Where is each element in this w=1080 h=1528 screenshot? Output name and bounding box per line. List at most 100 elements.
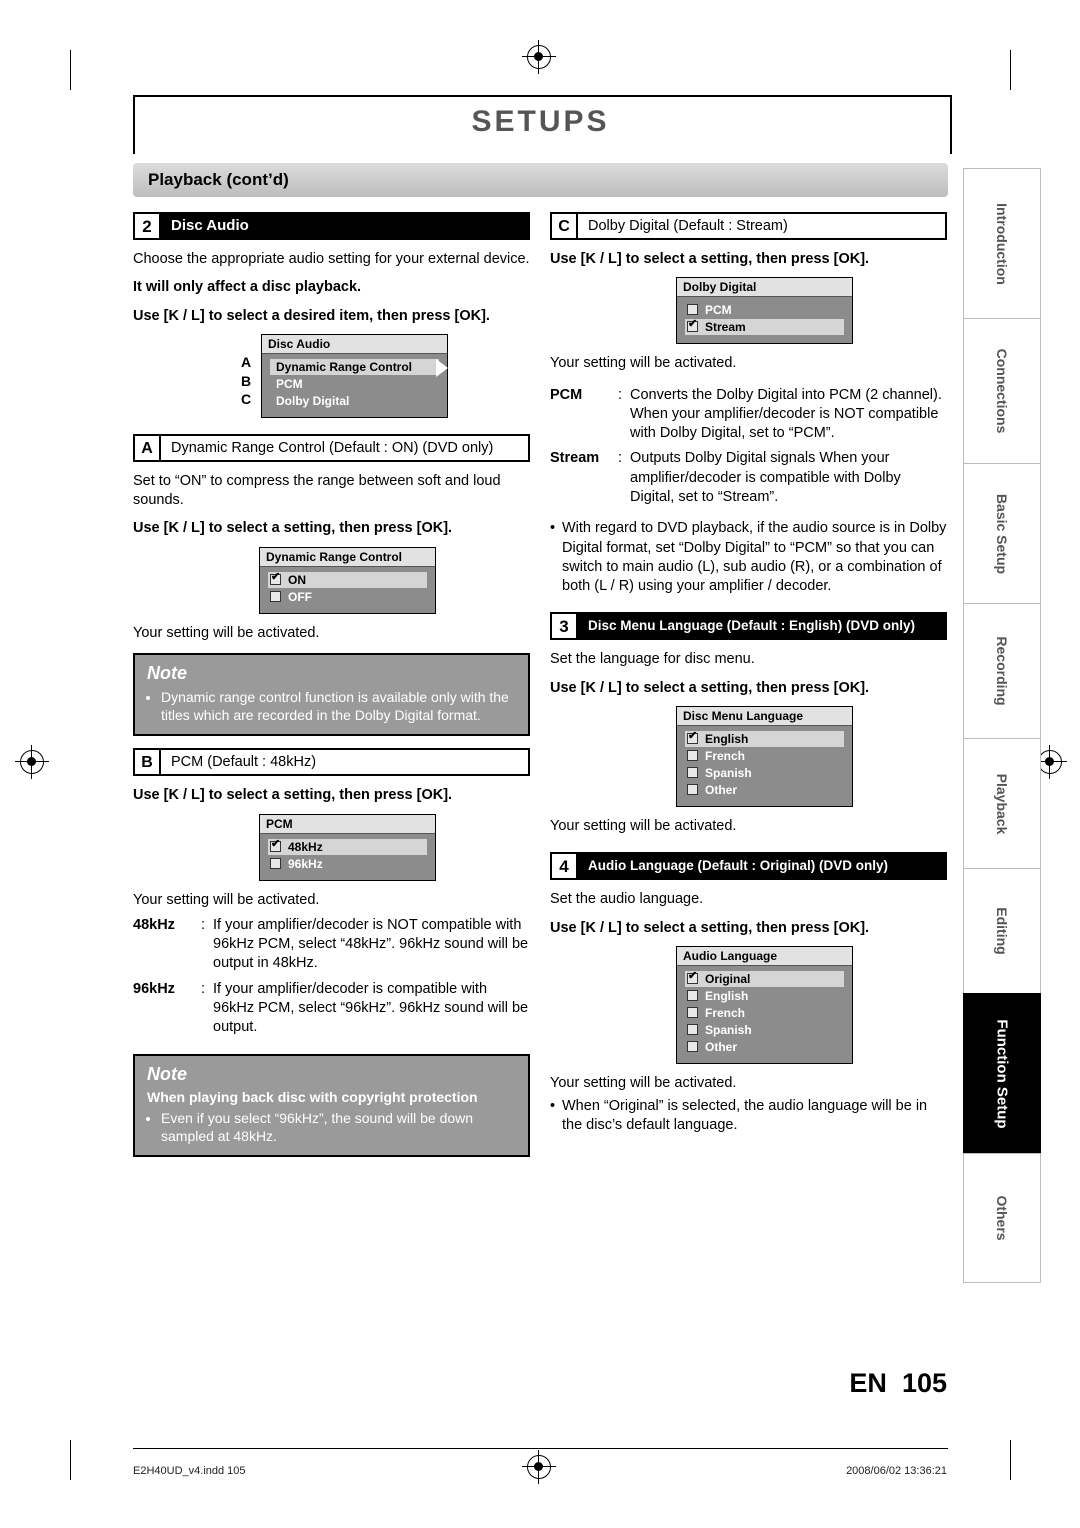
sidebar-item-introduction[interactable]: Introduction [963,168,1041,318]
osd-item-label: Original [705,971,751,986]
osd-item[interactable]: 96kHz [268,856,427,872]
footer-date: 2008/06/02 13:36:21 [846,1465,947,1477]
osd-item[interactable]: French [685,748,844,764]
sub-b-header: B PCM (Default : 48kHz) [133,748,530,777]
osd-audio-language-caption: Audio Language [677,946,852,966]
left-column: 2 Disc Audio Choose the appropriate audi… [133,212,530,1167]
sidebar-item-basic-setup[interactable]: Basic Setup [963,463,1041,603]
osd-item-label: French [705,1005,746,1020]
sub-a-header: A Dynamic Range Control (Default : ON) (… [133,433,530,462]
checkbox-icon [687,783,698,795]
osd-item-label: OFF [288,589,312,604]
osd-item[interactable]: Dolby Digital [270,393,439,409]
osd-item[interactable]: ON [268,571,427,588]
bullet-dot: • [550,1098,556,1115]
crop-mark-bl [70,1440,71,1480]
note-title: Note [147,662,187,683]
definition-colon: : [618,450,623,467]
arrow-right-icon [436,358,448,377]
right-paragraph-6: Set the audio language. [550,891,704,908]
osd-item-label: PCM [276,376,303,391]
definition-term: PCM [550,386,583,403]
definition-text: Outputs Dolby Digital signals When your … [630,450,901,505]
tab-label: Function Setup [993,1018,1011,1129]
osd-item[interactable]: PCM [685,302,844,318]
sidebar-item-playback[interactable]: Playback [963,738,1041,868]
left-paragraph-6: Your setting will be activated. [133,624,320,641]
checkbox-icon [270,590,281,602]
checkbox-icon [687,989,698,1001]
osd-item[interactable]: Dynamic Range Control [270,358,439,375]
osd-item-label: Other [705,1039,738,1054]
osd-item[interactable]: Other [685,1039,844,1055]
manual-page: SETUPS Playback (cont’d) 2 Disc Audio Ch… [0,0,1080,1528]
osd-item[interactable]: 48kHz [268,838,427,855]
section-3-number: 3 [550,612,578,641]
right-paragraph-5: Your setting will be activated. [550,817,737,834]
checkbox-icon [687,1040,698,1052]
section-bar-label: Playback (cont’d) [148,170,289,189]
definition-term: Stream [550,450,600,467]
osd-item[interactable]: French [685,1005,844,1021]
osd-item-label: English [705,731,749,746]
osd-drc-caption: Dynamic Range Control [260,547,435,567]
osd-item[interactable]: Original [685,970,844,987]
osd-item-label: Dolby Digital [276,393,350,408]
osd-item[interactable]: English [685,730,844,747]
note-box-1: Note Dynamic range control function is a… [133,652,530,737]
definition-stream: Stream : Outputs Dolby Digital signals W… [550,449,947,507]
left-paragraph-2: It will only affect a disc playback. [133,279,362,296]
tab-label: Playback [994,773,1010,834]
osd-item[interactable]: PCM [270,376,439,392]
footer-divider [133,1448,948,1449]
section-2-header: 2 Disc Audio [133,212,530,240]
left-paragraph-4: Set to “ON” to compress the range betwee… [133,472,501,509]
osd-dolby-caption: Dolby Digital [677,278,852,298]
checkbox-icon [687,766,698,778]
definition-text: Converts the Dolby Digital into PCM (2 c… [630,386,942,442]
right-instruction-3: Use [K / L] to select a setting, then pr… [550,919,870,936]
osd-item-label: Stream [705,320,746,335]
sidebar-item-connections[interactable]: Connections [963,318,1041,463]
note-title: Note [147,1063,187,1084]
osd-item[interactable]: Spanish [685,1022,844,1038]
right-paragraph-8: Your setting will be activated. [550,1074,737,1091]
section-4-title: Audio Language (Default : Original) (DVD… [578,852,947,881]
footer-lang: EN [849,1368,887,1398]
letter-c-marker: C [241,390,252,407]
page-title: SETUPS [471,105,610,138]
note-box-2: Note When playing back disc with copyrig… [133,1053,530,1157]
tab-label: Connections [994,348,1010,434]
right-instruction-1: Use [K / L] to select a setting, then pr… [550,251,870,267]
checkbox-icon [687,304,698,316]
osd-item[interactable]: English [685,988,844,1004]
checkbox-icon [270,857,281,869]
sidebar-item-editing[interactable]: Editing [963,868,1041,993]
osd-item[interactable]: OFF [268,589,427,605]
bullet-text: With regard to DVD playback, if the audi… [562,520,947,595]
registration-mark-bottom [522,1450,556,1484]
osd-item-label: 96kHz [288,856,323,871]
section-3-title: Disc Menu Language (Default : English) (… [578,612,947,641]
left-instruction-3: Use [K / L] to select a setting, then pr… [133,787,453,804]
osd-item-label: PCM [705,303,732,318]
osd-item[interactable]: Other [685,782,844,798]
osd-item[interactable]: Spanish [685,765,844,781]
checkbox-icon [687,1006,698,1018]
sub-c-title: Dolby Digital (Default : Stream) [578,212,947,240]
sidebar-item-function-setup[interactable]: Function Setup [963,993,1041,1153]
side-tab-strip: Introduction Connections Basic Setup Rec… [963,168,1041,1283]
sidebar-item-recording[interactable]: Recording [963,603,1041,738]
osd-item[interactable]: Stream [685,319,844,336]
osd-dynamic-range-control: Dynamic Range Control ON OFF [259,546,436,614]
section-bar: Playback (cont’d) [133,163,948,197]
tab-label: Basic Setup [994,493,1010,574]
right-instruction-2: Use [K / L] to select a setting, then pr… [550,679,870,696]
section-2-title: Disc Audio [161,212,530,240]
section-3-header: 3 Disc Menu Language (Default : English)… [550,612,947,641]
left-paragraph-8: Your setting will be activated. [133,891,320,908]
sub-c-letter: C [550,212,578,240]
checkbox-icon [270,572,281,585]
sidebar-item-others[interactable]: Others [963,1153,1041,1283]
sub-b-letter: B [133,748,161,777]
